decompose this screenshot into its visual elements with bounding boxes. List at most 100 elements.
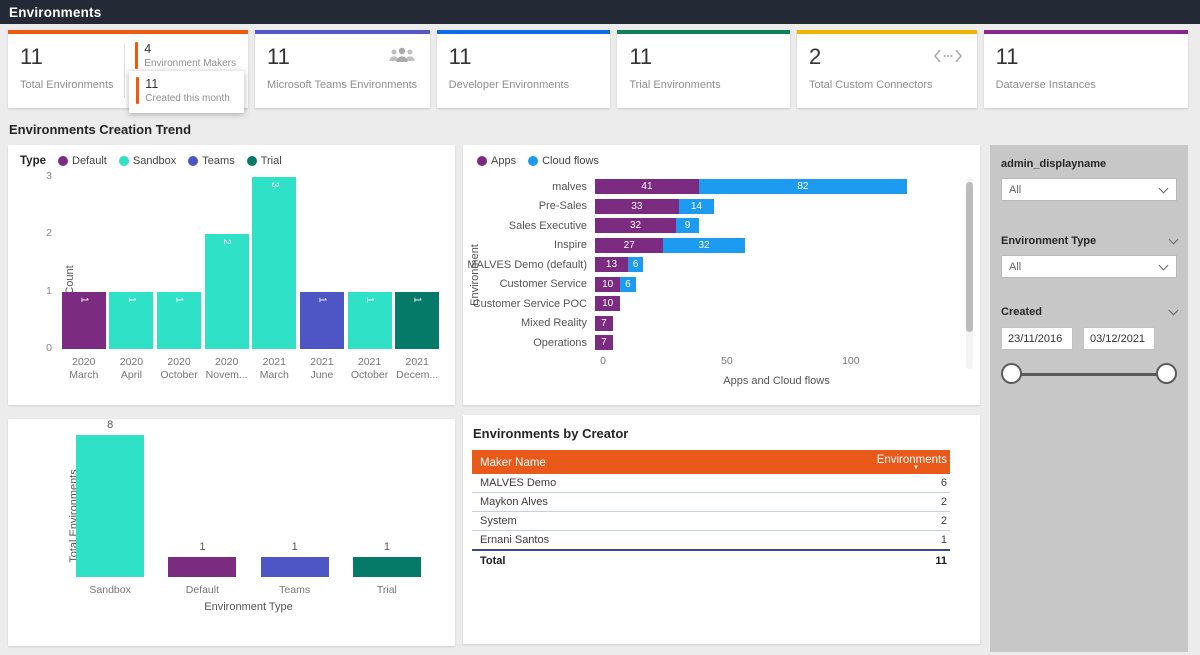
trend-bar-sandbox[interactable]: 3 [252, 177, 296, 349]
stacked-bar-row: Pre-Sales 33 14 [463, 199, 980, 214]
chart-environments-creation-trend: TypeDefaultSandboxTeamsTrial Count 01231… [8, 145, 455, 405]
bar-slot: 1 [341, 419, 433, 577]
scrollbar-track[interactable] [966, 177, 973, 369]
bar-segment-cloud-flows[interactable]: 9 [676, 218, 699, 233]
slider-handle-start[interactable] [1001, 363, 1022, 384]
connector-icon [931, 46, 965, 71]
bar-segment-apps[interactable]: 32 [595, 218, 676, 233]
segment-value-label: 6 [633, 259, 639, 270]
scrollbar-thumb[interactable] [966, 182, 973, 332]
legend-label: Default [72, 155, 107, 167]
bar-segment-apps[interactable]: 41 [595, 179, 699, 194]
bar-track: 41 82 [595, 179, 950, 194]
trend-bar-sandbox[interactable]: 2 [205, 234, 249, 349]
table-row[interactable]: MALVES Demo6 [472, 474, 950, 493]
bar-segment-cloud-flows[interactable]: 82 [699, 179, 907, 194]
segment-value-label: 33 [631, 201, 642, 212]
bar-segment-cloud-flows[interactable]: 32 [663, 238, 744, 253]
date-to-input[interactable]: 03/12/2021 [1083, 327, 1155, 350]
type-bar-default[interactable] [168, 557, 236, 577]
column-header-maker-name[interactable]: Maker Name [472, 450, 726, 474]
bar-segment-cloud-flows[interactable]: 6 [628, 257, 643, 272]
date-range-slider [1001, 362, 1177, 388]
type-bar-trial[interactable] [353, 557, 421, 577]
x-axis-label: 2021March [251, 356, 299, 382]
legend-item[interactable]: Cloud flows [528, 155, 599, 167]
category-label: Customer Service [463, 278, 595, 290]
kpi-environment-makers[interactable]: 4 Environment Makers [135, 42, 236, 69]
bar-segment-cloud-flows[interactable]: 14 [679, 199, 715, 214]
kpi-label: Total Environments [20, 79, 122, 91]
admin-displayname-dropdown[interactable]: All [1001, 178, 1177, 201]
x-axis-title: Environment Type [64, 601, 433, 613]
kpi-card-custom-connectors[interactable]: 2 Total Custom Connectors [797, 30, 977, 108]
legend-dot-icon [119, 156, 129, 166]
category-label: Pre-Sales [463, 200, 595, 212]
segment-value-label: 82 [797, 181, 808, 192]
type-bar-teams[interactable] [261, 557, 329, 577]
legend-title: Type [20, 155, 46, 167]
bar-slot: 1 [108, 177, 156, 349]
trend-bar-teams[interactable]: 1 [300, 292, 344, 349]
table-row[interactable]: Maykon Alves2 [472, 493, 950, 512]
chevron-down-icon[interactable] [1169, 235, 1179, 245]
kpi-card-trial-environments[interactable]: 11 Trial Environments [617, 30, 790, 108]
kpi-label: Trial Environments [629, 79, 778, 91]
legend-dot-icon [528, 156, 538, 166]
bar-segment-apps[interactable]: 7 [595, 335, 613, 350]
trend-bar-sandbox[interactable]: 1 [348, 292, 392, 349]
legend-item[interactable]: Teams [188, 155, 234, 167]
legend-item[interactable]: Trial [247, 155, 282, 167]
slider-handle-end[interactable] [1156, 363, 1177, 384]
bar-slot: 1 [60, 177, 108, 349]
section-title-creation-trend: Environments Creation Trend [9, 122, 455, 138]
accent-bar [135, 42, 138, 69]
legend-item[interactable]: Sandbox [119, 155, 176, 167]
bar-segment-apps[interactable]: 33 [595, 199, 679, 214]
type-bar-sandbox[interactable] [76, 435, 144, 577]
bar-slot: 2 [203, 177, 251, 349]
bar-segment-apps[interactable]: 13 [595, 257, 628, 272]
environment-type-dropdown[interactable]: All [1001, 255, 1177, 278]
kpi-created-this-month[interactable]: 11 Created this month [129, 71, 244, 113]
bar-segment-cloud-flows[interactable]: 6 [620, 277, 635, 292]
kpi-card-dataverse-instances[interactable]: 11 Dataverse Instances [984, 30, 1188, 108]
segment-value-label: 27 [624, 240, 635, 251]
people-icon [386, 46, 418, 71]
table-header-row[interactable]: Maker Name Environments ▼ [472, 450, 950, 474]
x-axis-title: Apps and Cloud flows [603, 375, 950, 387]
bar-segment-apps[interactable]: 7 [595, 316, 613, 331]
bar-track: 10 [595, 296, 950, 311]
x-axis-label: 2021June [298, 356, 346, 382]
kpi-card-total-environments[interactable]: 11 Total Environments 4 Environment Make… [8, 30, 248, 108]
kpi-card-developer-environments[interactable]: 11 Developer Environments [437, 30, 611, 108]
table-row[interactable]: Ernani Santos1 [472, 531, 950, 551]
bar-segment-apps[interactable]: 10 [595, 277, 620, 292]
trend-bar-sandbox[interactable]: 1 [109, 292, 153, 349]
x-axis-label: Sandbox [64, 584, 156, 597]
column-header-environments[interactable]: Environments ▼ [726, 450, 950, 474]
legend-item[interactable]: Apps [477, 155, 516, 167]
trend-bar-default[interactable]: 1 [62, 292, 106, 349]
segment-value-label: 9 [685, 220, 691, 231]
x-axis-tick: 50 [721, 355, 733, 367]
kpi-card-teams-environments[interactable]: 11 Microsoft Teams Environments [255, 30, 430, 108]
x-axis-label: 2020March [60, 356, 108, 382]
stacked-bar-row: Operations7 [463, 335, 980, 350]
trend-legend: Type Default Sandbox Teams Trial [8, 145, 455, 167]
table-row[interactable]: System2 [472, 512, 950, 531]
segment-value-label: 13 [606, 259, 617, 270]
bar-value-label: 3 [269, 177, 280, 349]
segment-value-label: 7 [601, 318, 607, 329]
stacked-bar-row: MALVES Demo (default)136 [463, 257, 980, 272]
chevron-down-icon[interactable] [1169, 306, 1179, 316]
x-axis-label: Teams [249, 584, 341, 597]
legend-item[interactable]: Default [58, 155, 107, 167]
segment-value-label: 7 [601, 337, 607, 348]
bar-segment-apps[interactable]: 10 [595, 296, 620, 311]
trend-bar-sandbox[interactable]: 1 [157, 292, 201, 349]
date-from-input[interactable]: 23/11/2016 [1001, 327, 1073, 350]
trend-bar-trial[interactable]: 1 [395, 292, 439, 349]
bar-segment-apps[interactable]: 27 [595, 238, 663, 253]
x-axis-label: 2020Novem... [203, 356, 251, 382]
